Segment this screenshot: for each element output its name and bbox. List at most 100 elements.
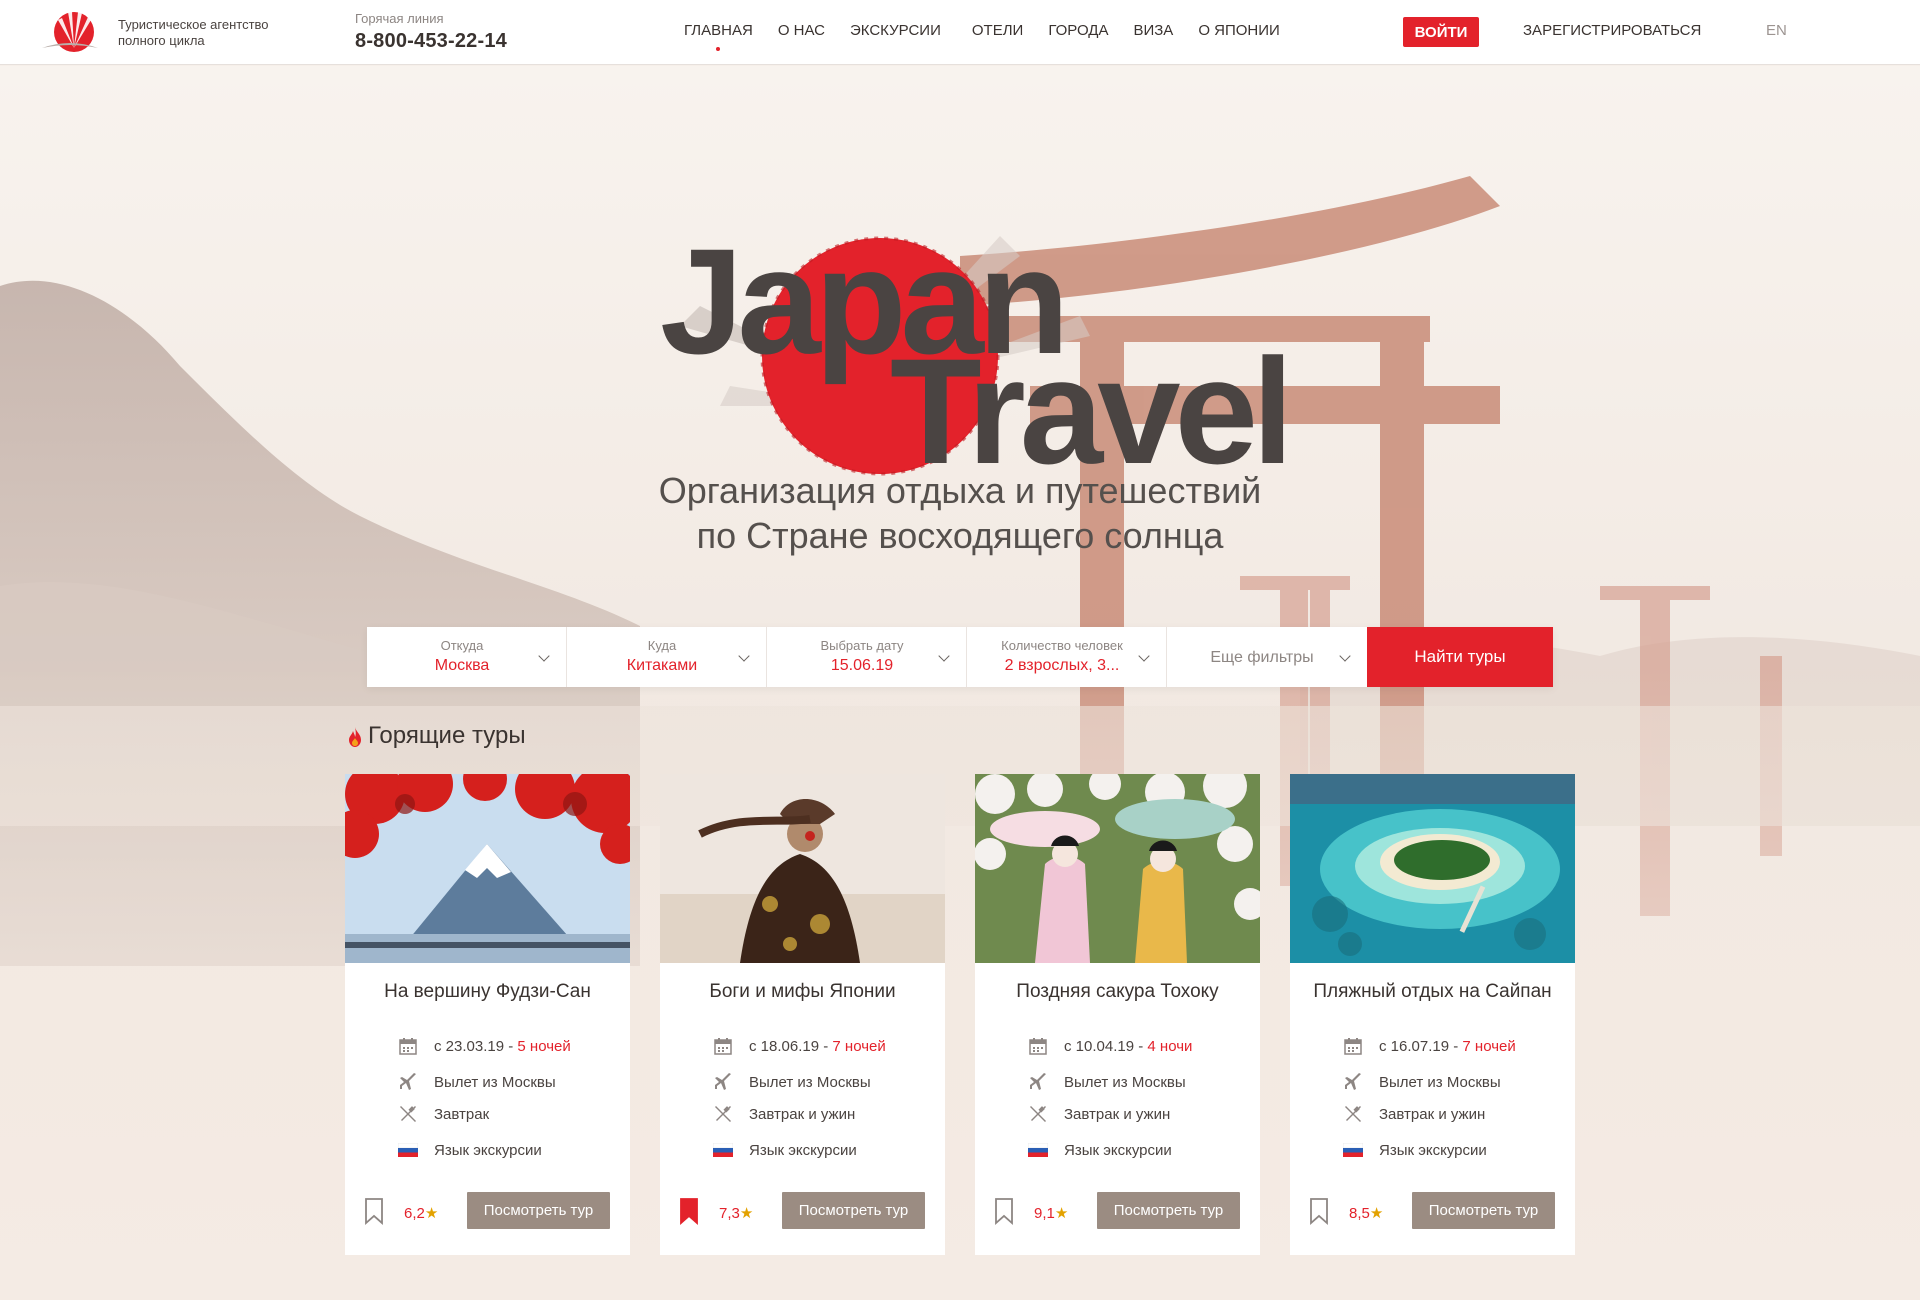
brand-logo: Japan Travel (640, 206, 1294, 506)
tour-flight-row: Вылет из Москвы (1027, 1072, 1186, 1092)
russian-flag-icon (397, 1140, 419, 1160)
login-button[interactable]: ВОЙТИ (1403, 17, 1479, 47)
tour-meals-row: Завтрак и ужин (1027, 1104, 1170, 1124)
rating-value: 8,5 (1349, 1205, 1370, 1222)
hotline-number[interactable]: 8-800-453-22-14 (355, 30, 507, 53)
tour-flight-row: Вылет из Москвы (1342, 1072, 1501, 1092)
people-select[interactable]: Количество человек 2 взрослых, 3... (967, 627, 1167, 687)
bookmark-icon[interactable] (363, 1197, 385, 1225)
rating-value: 9,1 (1034, 1205, 1055, 1222)
tour-meals: Завтрак и ужин (749, 1105, 856, 1123)
tour-image-myths[interactable] (660, 774, 945, 963)
rating-value: 6,2 (404, 1205, 425, 1222)
from-select[interactable]: Откуда Москва (367, 627, 567, 687)
tour-language: Язык экскурсии (1064, 1141, 1172, 1159)
tour-date-row: с 18.06.19 - 7 ночей (712, 1036, 886, 1056)
bookmark-icon-active[interactable] (678, 1197, 700, 1225)
airplane-icon (397, 1072, 419, 1092)
tour-date-row: с 23.03.19 - 5 ночей (397, 1036, 571, 1056)
date-select[interactable]: Выбрать дату 15.06.19 (767, 627, 967, 687)
star-icon: ★ (1054, 1205, 1069, 1222)
to-value: Китаками (626, 657, 698, 674)
nav-item-about[interactable]: О НАС (778, 22, 825, 39)
nav-item-excursions[interactable]: ЭКСКУРСИИ (850, 22, 941, 39)
to-select[interactable]: Куда Китаками (567, 627, 767, 687)
bookmark-icon[interactable] (993, 1197, 1015, 1225)
fork-knife-icon (1342, 1104, 1364, 1124)
tour-search-bar: Откуда Москва Куда Китаками Выбрать дату… (367, 627, 1553, 687)
nav-item-visa[interactable]: ВИЗА (1133, 22, 1173, 39)
tour-title: Поздняя сакура Тохоку (1016, 981, 1219, 1002)
tour-nights: 7 ночей (1462, 1037, 1516, 1055)
hero-subtitle-line-1: Организация отдыха и путешествий (658, 470, 1262, 511)
tour-image-saipan[interactable] (1290, 774, 1575, 963)
bookmark-icon[interactable] (1308, 1197, 1330, 1225)
russian-flag-icon (1027, 1140, 1049, 1160)
tour-nights: 7 ночей (832, 1037, 886, 1055)
tour-image-fuji[interactable] (345, 774, 630, 963)
from-label: Откуда (440, 638, 484, 653)
from-value: Москва (434, 657, 490, 674)
nav-item-cities[interactable]: ГОРОДА (1048, 22, 1108, 39)
tour-image-sakura[interactable] (975, 774, 1260, 963)
tour-card: Боги и мифы Японии с 18.06.19 - 7 ночей … (660, 774, 945, 1255)
nav-item-about-japan[interactable]: О ЯПОНИИ (1198, 22, 1280, 39)
tour-title: Боги и мифы Японии (709, 981, 896, 1002)
nav-item-hotels[interactable]: ОТЕЛИ (972, 22, 1023, 39)
tour-date: с 23.03.19 (434, 1037, 505, 1055)
star-icon: ★ (424, 1205, 439, 1222)
tour-date: с 18.06.19 (749, 1037, 820, 1055)
tour-title: Пляжный отдых на Сайпан (1313, 981, 1552, 1002)
view-tour-button[interactable]: Посмотреть тур (467, 1192, 610, 1229)
view-tour-button[interactable]: Посмотреть тур (782, 1192, 925, 1229)
register-link[interactable]: ЗАРЕГИСТРИРОВАТЬСЯ (1523, 22, 1701, 39)
tour-card: Пляжный отдых на Сайпан с 16.07.19 - 7 н… (1290, 774, 1575, 1255)
star-icon: ★ (739, 1205, 754, 1222)
tour-language: Язык экскурсии (749, 1141, 857, 1159)
logo-icon[interactable] (40, 8, 100, 56)
header: Туристическое агентство полного цикла Го… (0, 0, 1920, 65)
tour-card: Поздняя сакура Тохоку с 10.04.19 - 4 ноч… (975, 774, 1260, 1255)
airplane-icon (1342, 1072, 1364, 1092)
tour-card: На вершину Фудзи-Сан с 23.03.19 - 5 ноче… (345, 774, 630, 1255)
to-label: Куда (647, 638, 677, 653)
people-value: 2 взрослых, 3... (1004, 657, 1120, 674)
tour-nights: 5 ночей (517, 1037, 571, 1055)
fork-knife-icon (712, 1104, 734, 1124)
main-nav: ГЛАВНАЯ О НАС ЭКСКУРСИИ ОТЕЛИ ГОРОДА ВИЗ… (670, 22, 1280, 51)
tour-rating: 9,1★ (1034, 1204, 1068, 1222)
russian-flag-icon (1342, 1140, 1364, 1160)
calendar-icon (1027, 1036, 1049, 1056)
tour-flight: Вылет из Москвы (1064, 1073, 1186, 1091)
tour-language-row: Язык экскурсии (1342, 1140, 1487, 1160)
tour-meals: Завтрак (434, 1105, 490, 1123)
brand-word-travel: Travel (890, 327, 1294, 495)
date-value: 15.06.19 (830, 657, 894, 674)
tour-flight-row: Вылет из Москвы (712, 1072, 871, 1092)
tour-rating: 6,2★ (404, 1204, 438, 1222)
tagline: Туристическое агентство полного цикла (118, 17, 269, 48)
tour-meals-row: Завтрак и ужин (1342, 1104, 1485, 1124)
tour-date-row: с 10.04.19 - 4 ночи (1027, 1036, 1192, 1056)
tour-meals-row: Завтрак (397, 1104, 489, 1124)
language-switch[interactable]: EN (1766, 22, 1787, 39)
view-tour-button[interactable]: Посмотреть тур (1097, 1192, 1240, 1229)
nav-item-home[interactable]: ГЛАВНАЯ (684, 22, 753, 51)
tour-meals-row: Завтрак и ужин (712, 1104, 855, 1124)
airplane-icon (1027, 1072, 1049, 1092)
calendar-icon (1342, 1036, 1364, 1056)
star-icon: ★ (1369, 1205, 1384, 1222)
fork-knife-icon (1027, 1104, 1049, 1124)
calendar-icon (712, 1036, 734, 1056)
tour-language-row: Язык экскурсии (1027, 1140, 1172, 1160)
more-filters-label: Еще фильтры (1210, 649, 1314, 666)
tour-rating: 8,5★ (1349, 1204, 1383, 1222)
fire-icon (349, 727, 361, 747)
more-filters-select[interactable]: Еще фильтры (1167, 627, 1367, 687)
tour-meals: Завтрак и ужин (1064, 1105, 1171, 1123)
view-tour-button[interactable]: Посмотреть тур (1412, 1192, 1555, 1229)
fork-knife-icon (397, 1104, 419, 1124)
find-tours-button[interactable]: Найти туры (1367, 627, 1553, 687)
tour-date: с 16.07.19 (1379, 1037, 1450, 1055)
date-label: Выбрать дату (820, 638, 904, 653)
